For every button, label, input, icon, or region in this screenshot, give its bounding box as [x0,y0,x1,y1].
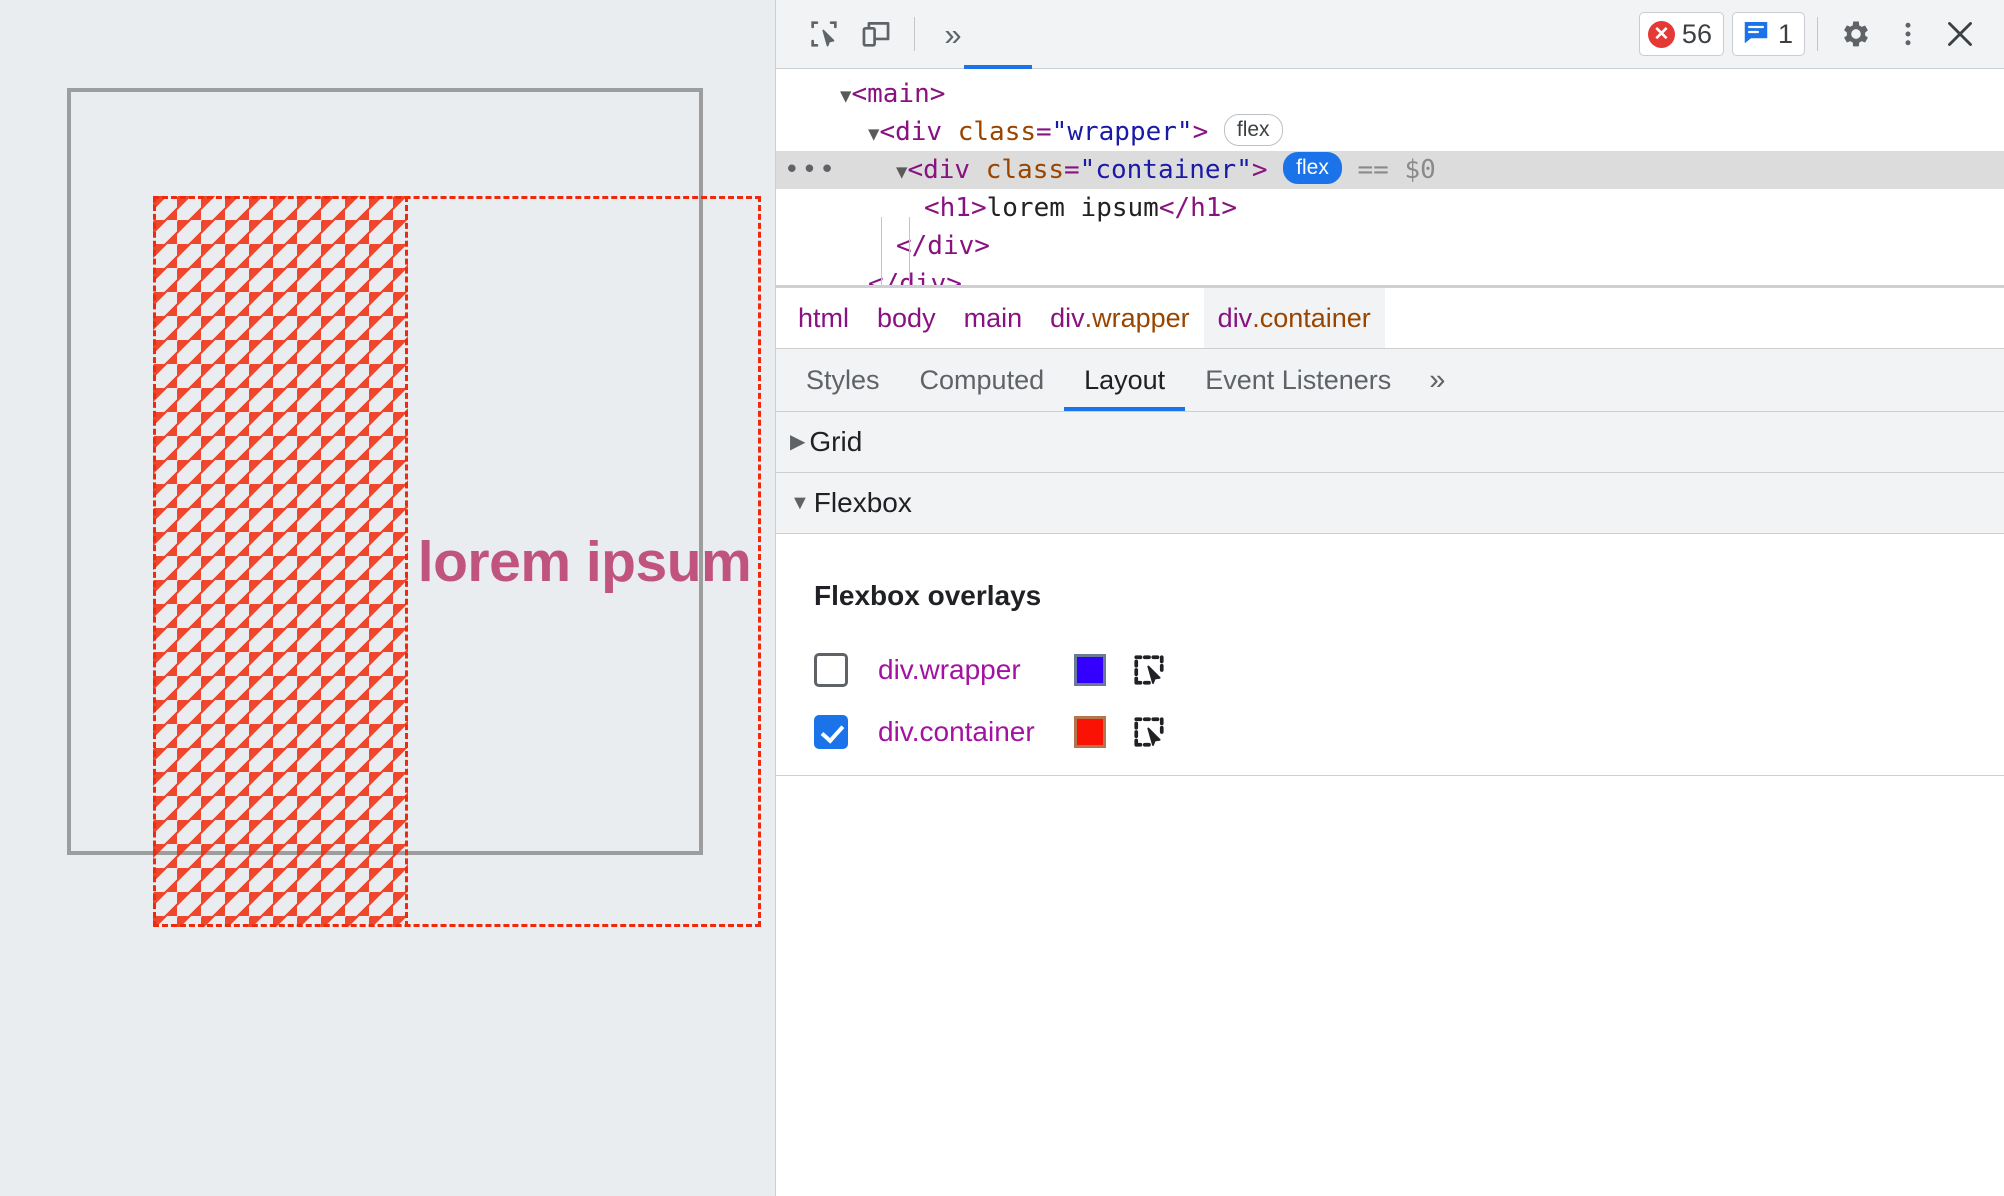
message-icon [1741,17,1771,52]
overlay-element-label[interactable]: div.container [878,716,1035,747]
breadcrumb-item-div-container[interactable]: div .container [1203,288,1385,348]
dom-tag: > [1251,155,1268,185]
flexbox-overlay-list: div.wrapper div.container [814,642,1194,760]
close-icon[interactable] [1934,8,1986,60]
dom-node-row[interactable]: ▼<div class="wrapper"> flex [776,113,2004,151]
breadcrumb: html body main div .wrapper div .container [776,288,2004,349]
chevron-double-right-icon[interactable]: » [1411,364,1463,397]
flex-badge[interactable]: flex [1223,114,1283,146]
kebab-menu-icon[interactable] [1882,8,1934,60]
breadcrumb-tag: html [798,302,850,333]
overlay-name-cell: div.container [848,716,1046,748]
flexbox-overlay-row: div.wrapper [814,642,1194,698]
selected-node-reference: == $0 [1341,155,1436,185]
error-count-button[interactable]: ✕ 56 [1638,12,1724,56]
overlay-color-swatch[interactable] [1074,716,1106,748]
disclosure-triangle-icon[interactable]: ▼ [868,123,879,145]
breadcrumb-item-div-wrapper[interactable]: div .wrapper [1036,288,1204,348]
page-viewport: lorem ipsum [0,0,775,1196]
dom-tag: <div [879,117,958,147]
dom-tag: <h1> [924,193,987,223]
overlay-color-swatch[interactable] [1074,654,1106,686]
overlay-element-label[interactable]: div.wrapper [878,654,1021,685]
toolbar-divider-2 [1817,17,1818,51]
inspect-element-icon[interactable] [798,8,850,60]
dom-node-row[interactable]: ▼<main> [776,75,2004,113]
tab-event-listeners[interactable]: Event Listeners [1185,349,1411,411]
node-overflow-ellipsis[interactable]: ••• [784,157,837,183]
overlay-name-cell: div.wrapper [848,654,1046,686]
error-circle-icon: ✕ [1647,20,1675,48]
gear-icon[interactable] [1830,8,1882,60]
devtools-panel: » ✕ 56 1 ▼<main> ▼<div class="wrapper"> … [775,0,2004,1196]
breadcrumb-class: .wrapper [1084,302,1190,333]
dom-tag: = [1064,155,1080,185]
dom-attrname: class [985,155,1065,185]
message-count-button[interactable]: 1 [1731,12,1805,56]
panel-empty-area [776,776,2004,1196]
dom-tag: </div> [896,231,990,261]
disclosure-triangle-icon[interactable]: ▼ [896,161,907,183]
flexbox-section-body: Flexbox overlays div.wrapper div.containe… [776,534,2004,776]
dom-tag: = [1036,117,1052,147]
flex-badge[interactable]: flex [1283,152,1342,184]
section-header-flexbox[interactable]: ▼ Flexbox [776,473,2004,534]
section-label-grid: Grid [809,426,863,457]
dom-tag: > [1192,117,1209,147]
select-element-icon[interactable] [1132,715,1166,749]
dom-attrval: "container" [1079,155,1252,185]
dom-node-row[interactable]: </div> [776,265,2004,288]
breadcrumb-class: .container [1252,302,1371,333]
toolbar-divider [914,17,915,51]
dom-tag: </h1> [1158,193,1238,223]
page-frame: lorem ipsum [67,88,761,927]
breadcrumb-tag: main [963,302,1023,333]
dom-tag: <div [907,155,986,185]
overlay-checkbox[interactable] [814,715,848,749]
tab-styles[interactable]: Styles [786,349,900,411]
overlay-checkbox[interactable] [814,653,848,687]
breadcrumb-item-body[interactable]: body [863,288,950,348]
chevron-right-icon: ▶ [790,431,806,453]
message-count: 1 [1777,18,1793,49]
dom-node-row[interactable]: <h1>lorem ipsum</h1> [776,189,2004,227]
dom-txtnode: lorem ipsum [986,193,1159,223]
flexbox-overlay-row: div.container [814,704,1194,760]
dom-node-row[interactable]: </div> [776,227,2004,265]
devtools-toolbar: » ✕ 56 1 [776,0,2004,69]
dom-attrval: "wrapper" [1051,117,1193,147]
section-header-grid[interactable]: ▶ Grid [776,412,2004,473]
dom-tag: </div> [868,269,962,288]
nesting-guide-line [909,217,910,285]
dom-tag: <main> [851,79,946,109]
dom-tree[interactable]: ▼<main> ▼<div class="wrapper"> flex ••• ▼… [776,69,2004,288]
device-toolbar-icon[interactable] [850,8,902,60]
flexbox-overlays-title: Flexbox overlays [814,580,1042,611]
tab-layout[interactable]: Layout [1064,349,1186,411]
dom-attrname: class [957,117,1037,147]
flexbox-free-space-hatch [153,196,408,927]
breadcrumb-tag: div [1050,302,1085,333]
dom-node-row[interactable]: ••• ▼<div class="container"> flex == $0 [776,151,2004,189]
disclosure-triangle-icon[interactable]: ▼ [840,85,851,107]
section-label-flexbox: Flexbox [813,487,912,518]
error-count: 56 [1681,18,1712,49]
breadcrumb-tag: div [1217,302,1253,333]
page-heading: lorem ipsum [417,529,752,594]
breadcrumb-item-main[interactable]: main [950,288,1037,348]
breadcrumb-tag: body [877,302,936,333]
tab-computed[interactable]: Computed [900,349,1065,411]
devtools-drawer-tabs: Styles Computed Layout Event Listeners» [776,349,2004,412]
screen: lorem ipsum » ✕ 56 1 ▼<main> ▼<div class… [0,0,2004,1196]
breadcrumb-item-html[interactable]: html [784,288,863,348]
chevron-down-icon: ▼ [790,492,810,514]
nesting-guide-line [881,217,882,285]
select-element-icon[interactable] [1132,653,1166,687]
chevron-double-right-icon[interactable]: » [927,8,979,60]
